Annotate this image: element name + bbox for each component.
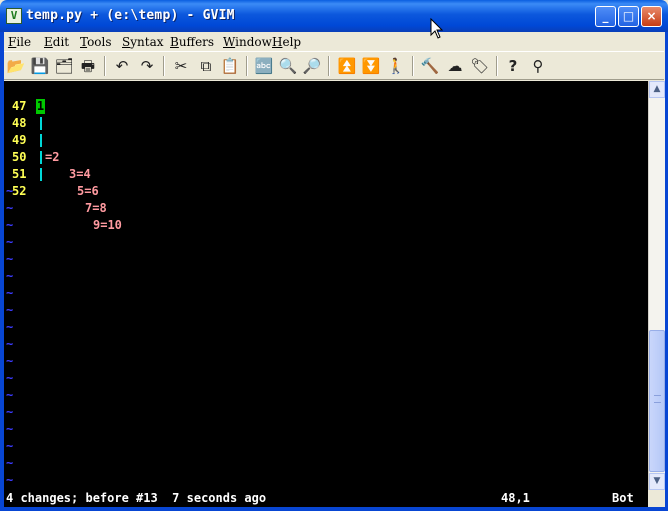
tilde-marker: ~ — [6, 184, 14, 198]
scroll-percent: Bot — [612, 491, 634, 505]
line-number: 52 — [12, 184, 27, 198]
help-icon[interactable]: ? — [503, 56, 523, 76]
open-icon[interactable]: 📂 — [6, 56, 26, 76]
tilde-marker: ~ — [6, 201, 14, 215]
tilde-marker: ~ — [6, 456, 14, 470]
tilde-marker: ~ — [6, 405, 14, 419]
status-message: 4 changes; before #13 7 seconds ago — [6, 491, 267, 505]
editor-line: 47 — [4, 81, 47, 113]
toolbar-separator — [496, 56, 498, 76]
toolbar-separator — [412, 56, 414, 76]
tilde-marker: ~ — [6, 286, 14, 300]
menu-tools[interactable]: Tools — [80, 35, 112, 49]
code-text: 5=6 — [77, 184, 99, 198]
menu-window[interactable]: Window — [223, 35, 272, 49]
save-all-icon[interactable]: 🗂 — [54, 56, 74, 76]
mouse-pointer-icon — [430, 18, 444, 39]
menu-syntax[interactable]: Syntax — [122, 35, 164, 49]
editor-line: 48 1 =2 — [4, 98, 59, 164]
menu-buffers[interactable]: Buffers — [170, 35, 214, 49]
vertical-scrollbar[interactable]: ▲ ▼ — [648, 81, 665, 490]
find-next-icon[interactable]: 🔍 — [278, 56, 298, 76]
editor-line: 49 3=4 — [4, 115, 91, 181]
paste-icon[interactable]: 📋 — [220, 56, 240, 76]
text-cursor: 1 — [36, 99, 45, 114]
editor-line: 51 7=8 — [4, 149, 107, 215]
run-script-icon[interactable]: 🚶 — [386, 56, 406, 76]
find-help-icon[interactable]: ⚲ — [528, 56, 548, 76]
load-session-icon[interactable]: ⏫ — [337, 56, 357, 76]
print-icon[interactable]: 🖶 — [78, 56, 98, 76]
window-frame-left — [0, 32, 4, 511]
toolbar: 📂 💾 🗂 🖶 ↶ ↷ ✂ ⧉ 📋 🔤 🔍 🔎 ⏫ ⏬ 🚶 🔨 ☁ 🏷 ? ⚲ — [4, 51, 664, 80]
scroll-up-arrow-icon[interactable]: ▲ — [649, 81, 665, 98]
indent-guide — [40, 134, 42, 147]
editor-area[interactable]: 47 48 1 =2 49 3=4 50 5=6 51 7=8 52 9=10 … — [4, 81, 648, 490]
cursor-position: 48,1 — [501, 491, 530, 505]
toolbar-separator — [246, 56, 248, 76]
code-text: 9=10 — [93, 218, 122, 232]
menu-help[interactable]: Help — [272, 35, 301, 49]
menu-edit[interactable]: Edit — [44, 35, 69, 49]
scrollbar-thumb[interactable] — [649, 330, 665, 472]
tilde-marker: ~ — [6, 235, 14, 249]
make-icon[interactable]: 🔨 — [420, 56, 440, 76]
menu-bar: File Edit Tools Syntax Buffers Window He… — [4, 32, 664, 51]
toolbar-separator — [163, 56, 165, 76]
editor-line: 50 5=6 — [4, 132, 99, 198]
tilde-marker: ~ — [6, 388, 14, 402]
window-frame-bottom — [0, 507, 668, 511]
tilde-marker: ~ — [6, 218, 14, 232]
tilde-marker: ~ — [6, 439, 14, 453]
tilde-marker: ~ — [6, 252, 14, 266]
find-prev-icon[interactable]: 🔎 — [302, 56, 322, 76]
tilde-marker: ~ — [6, 371, 14, 385]
minimize-button[interactable]: _ — [595, 6, 616, 27]
undo-icon[interactable]: ↶ — [112, 56, 132, 76]
indent-guide — [40, 168, 42, 181]
status-line: 4 changes; before #13 7 seconds ago 48,1… — [4, 490, 648, 507]
save-session-icon[interactable]: ⏬ — [361, 56, 381, 76]
tilde-marker: ~ — [6, 354, 14, 368]
gvim-window: V temp.py + (e:\temp) - GVIM _ □ × File … — [0, 0, 668, 511]
tilde-marker: ~ — [6, 269, 14, 283]
tilde-marker: ~ — [6, 303, 14, 317]
tilde-marker: ~ — [6, 473, 14, 487]
find-replace-icon[interactable]: 🔤 — [254, 56, 274, 76]
vim-icon[interactable]: V — [6, 8, 22, 24]
tilde-marker: ~ — [6, 337, 14, 351]
indent-guide — [40, 117, 42, 130]
editor-line: 52 9=10 — [4, 166, 122, 232]
code-text: 3=4 — [69, 167, 91, 181]
maximize-button[interactable]: □ — [618, 6, 639, 27]
save-icon[interactable]: 💾 — [30, 56, 50, 76]
copy-icon[interactable]: ⧉ — [196, 56, 216, 76]
indent-guide — [40, 151, 42, 164]
shell-icon[interactable]: ☁ — [445, 56, 465, 76]
code-text: 7=8 — [85, 201, 107, 215]
ctags-icon[interactable]: 🏷 — [470, 56, 490, 76]
title-bar[interactable]: V temp.py + (e:\temp) - GVIM _ □ × — [0, 0, 668, 32]
scrollbar-grip — [654, 395, 661, 403]
tilde-marker: ~ — [6, 320, 14, 334]
toolbar-separator — [104, 56, 106, 76]
window-title: temp.py + (e:\temp) - GVIM — [26, 8, 235, 23]
redo-icon[interactable]: ↷ — [137, 56, 157, 76]
toolbar-separator — [328, 56, 330, 76]
menu-file[interactable]: File — [8, 35, 31, 49]
close-button[interactable]: × — [641, 6, 662, 27]
scroll-down-arrow-icon[interactable]: ▼ — [649, 473, 665, 490]
cut-icon[interactable]: ✂ — [171, 56, 191, 76]
tilde-marker: ~ — [6, 422, 14, 436]
